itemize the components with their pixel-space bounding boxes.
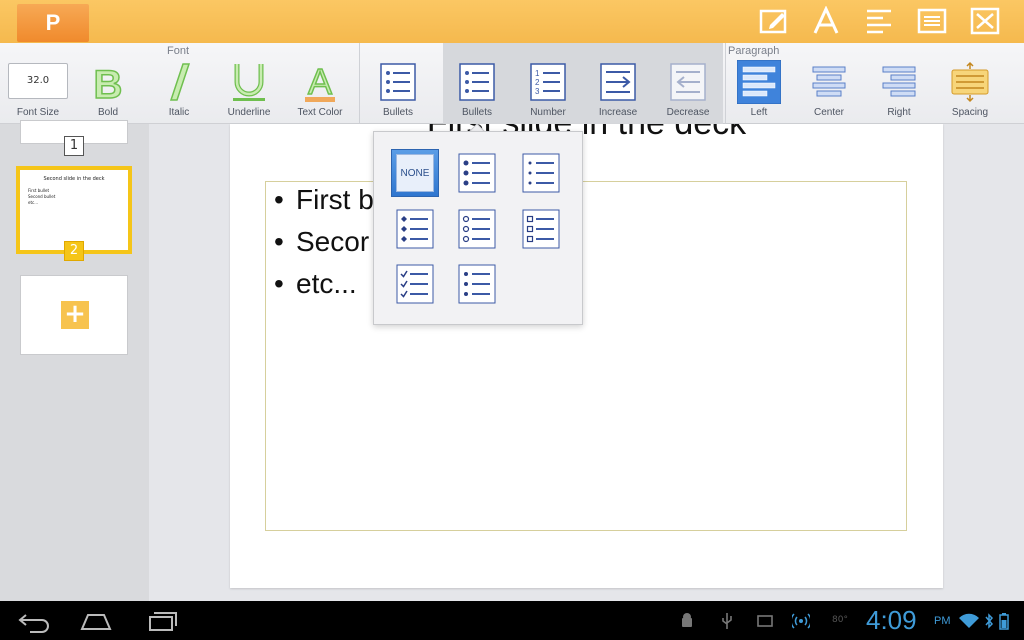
formatting-ribbon: Font Paragraph 32.0 Font Size B Bold Ita… — [0, 43, 1024, 124]
slide-thumbnail-panel[interactable]: 1 Second slide in the deck First bullet … — [0, 120, 149, 601]
bullet-style-arrow[interactable] — [453, 260, 501, 308]
system-navigation-bar: 80° 4:09 PM — [0, 601, 1024, 640]
slide-number-2: 2 — [64, 241, 84, 261]
right-label: Right — [887, 107, 911, 118]
underline-icon — [227, 60, 271, 104]
bullet-style-filled-dot[interactable] — [453, 149, 501, 197]
align-right-button[interactable]: Right — [864, 43, 934, 124]
slide-layout-icon[interactable] — [916, 6, 948, 36]
usb-icon — [722, 613, 732, 629]
decrease-indent-button[interactable]: Decrease — [653, 43, 723, 124]
hollow-circle-bullet-icon — [458, 209, 496, 249]
diamond-bullet-icon — [396, 209, 434, 249]
line-spacing-icon — [948, 60, 992, 104]
center-label: Center — [813, 107, 844, 118]
slide-number-1: 1 — [64, 136, 84, 156]
temperature-indicator: 80° — [832, 615, 848, 625]
bullet-style-hollow-circle[interactable] — [453, 205, 501, 253]
bullet-style-small-dot[interactable] — [517, 149, 565, 197]
home-icon[interactable] — [78, 609, 114, 633]
increase-indent-icon — [596, 60, 640, 104]
left-label: Left — [750, 107, 768, 118]
back-icon[interactable] — [16, 609, 52, 633]
align-left-icon — [736, 59, 782, 105]
bullets-dropdown-button[interactable]: Bullets — [442, 43, 512, 124]
number-label: Number — [530, 107, 566, 118]
top-action-bar: P — [0, 0, 1024, 43]
italic-icon — [157, 60, 201, 104]
bullet-style-hollow-square[interactable] — [517, 205, 565, 253]
wifi-icon — [959, 613, 979, 628]
increase-label: Increase — [598, 107, 638, 118]
bullet-list-icon — [455, 60, 499, 104]
align-left-button[interactable]: Left — [724, 43, 794, 124]
bullet-line[interactable]: • etc... — [274, 268, 357, 300]
svg-text:B: B — [94, 63, 123, 104]
font-size-input[interactable]: 32.0 — [8, 63, 68, 99]
checkmark-bullet-icon — [396, 264, 434, 304]
add-slide-button[interactable]: + — [20, 275, 128, 355]
thumbnail-bullet-3: etc... — [28, 200, 39, 205]
clock-time: 4:09 — [866, 605, 917, 635]
text-format-icon[interactable] — [810, 5, 842, 36]
svg-text:A: A — [308, 61, 332, 102]
number-button[interactable]: 123 Number — [513, 43, 583, 124]
underline-label: Underline — [227, 107, 271, 118]
hollow-square-bullet-icon — [522, 209, 560, 249]
android-debug-icon — [682, 613, 692, 627]
bullet-line[interactable]: • Secor — [274, 226, 369, 258]
arrow-bullet-icon — [458, 264, 496, 304]
bold-button[interactable]: B Bold — [73, 43, 143, 124]
bold-icon: B — [86, 60, 130, 108]
paragraph-format-icon[interactable] — [863, 6, 895, 36]
bullet-line[interactable]: • First b — [274, 184, 374, 216]
text-color-icon: A — [298, 60, 342, 104]
italic-label: Italic — [168, 107, 190, 118]
bullets-button[interactable]: Bullets — [363, 43, 433, 124]
slide-body-textbox[interactable]: • First b • Secor • etc... — [265, 181, 907, 531]
spacing-label: Spacing — [951, 107, 989, 118]
filled-dot-bullet-icon — [458, 153, 496, 193]
bullet-style-popup: NONE — [373, 131, 583, 325]
recent-apps-icon[interactable] — [144, 609, 180, 633]
italic-button[interactable]: Italic — [144, 43, 214, 124]
font-size-label: Font Size — [16, 107, 60, 118]
bluetooth-icon — [985, 613, 994, 629]
decrease-indent-icon — [666, 60, 710, 104]
text-color-button[interactable]: A Text Color — [285, 43, 355, 124]
bullet-style-checkmark[interactable] — [391, 260, 439, 308]
align-center-button[interactable]: Center — [794, 43, 864, 124]
spacing-button[interactable]: Spacing — [935, 43, 1005, 124]
bullet-style-none[interactable]: NONE — [391, 149, 439, 197]
app-logo-button[interactable]: P — [17, 4, 89, 42]
edit-icon[interactable] — [758, 6, 790, 36]
bullets-dropdown-label: Bullets — [461, 107, 492, 118]
slide-page[interactable]: First slide in the deck •First b •Secor … — [230, 124, 943, 588]
close-icon[interactable] — [969, 6, 1001, 36]
ribbon-separator — [359, 43, 360, 124]
bullets-label: Bullets — [382, 107, 413, 118]
screen-capture-icon — [757, 615, 773, 627]
svg-text:3: 3 — [535, 87, 540, 96]
bullet-style-diamond[interactable] — [391, 205, 439, 253]
bullet-list-icon — [376, 60, 420, 104]
numbered-list-icon: 123 — [526, 60, 570, 104]
decrease-label: Decrease — [666, 107, 710, 118]
align-right-icon — [877, 60, 921, 104]
bold-label: Bold — [97, 107, 118, 118]
clock-ampm: PM — [934, 615, 951, 627]
text-color-label: Text Color — [297, 107, 343, 118]
slide-title[interactable]: First slide in the deck — [230, 124, 943, 143]
align-center-icon — [807, 60, 851, 104]
svg-text:2: 2 — [535, 78, 540, 87]
battery-icon — [999, 613, 1009, 630]
small-dot-bullet-icon — [522, 153, 560, 193]
thumbnail-slide-title: Second slide in the deck — [43, 176, 105, 182]
svg-text:1: 1 — [535, 69, 540, 78]
increase-indent-button[interactable]: Increase — [583, 43, 653, 124]
underline-button[interactable]: Underline — [214, 43, 284, 124]
plus-icon: + — [61, 301, 89, 329]
slide-canvas-area: First slide in the deck •First b •Secor … — [149, 124, 1024, 601]
hotspot-icon — [792, 613, 810, 629]
